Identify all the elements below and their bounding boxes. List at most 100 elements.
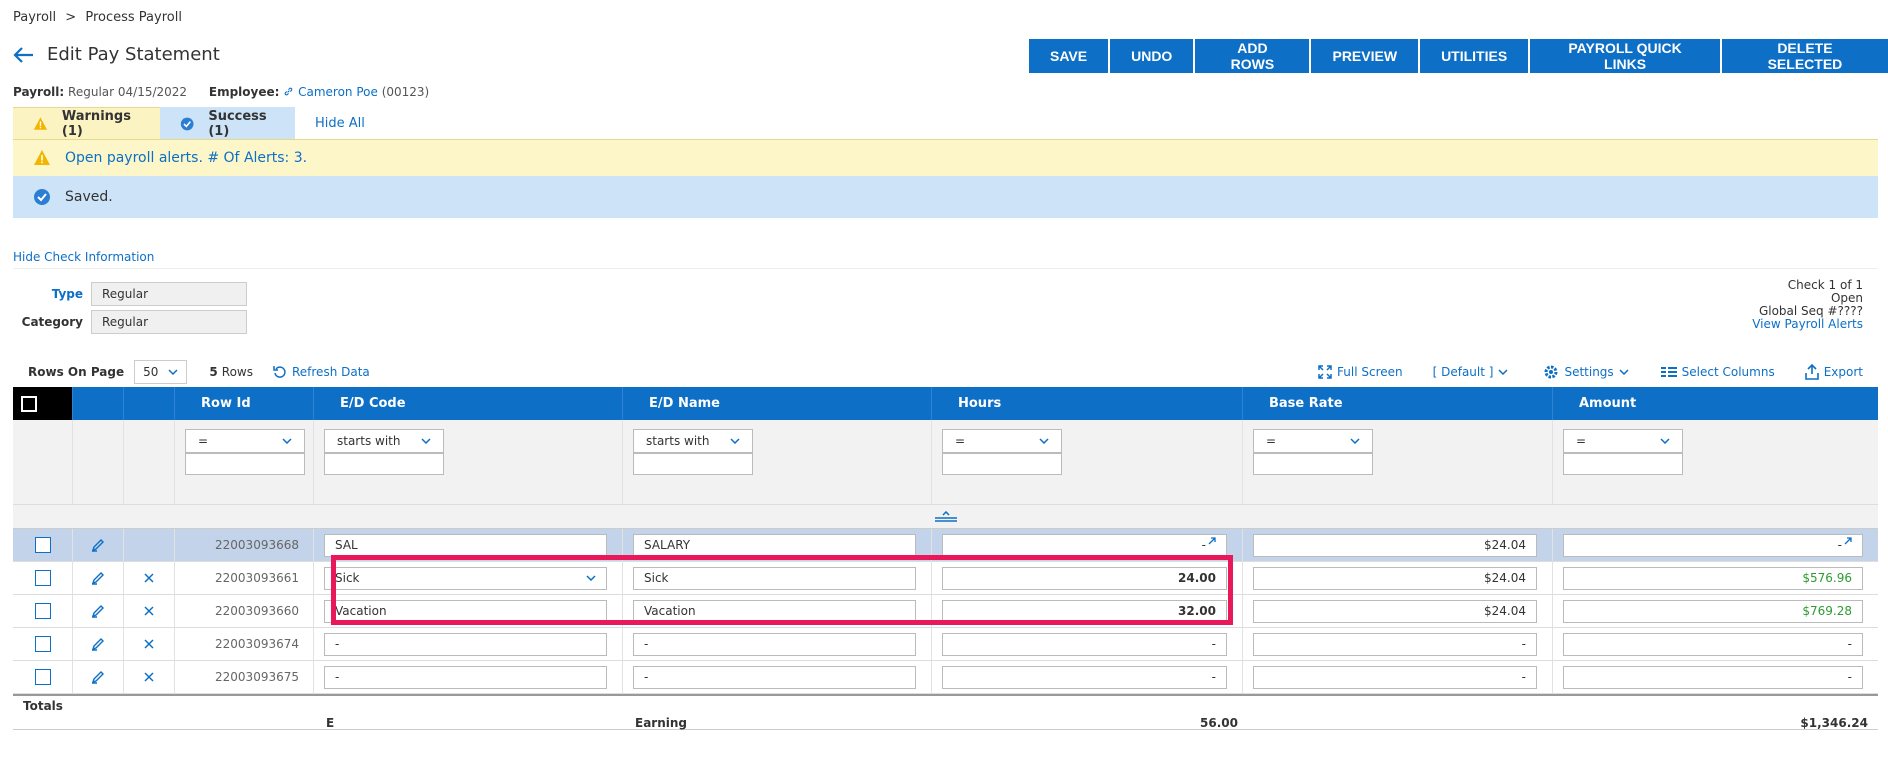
ed-code-input[interactable]: SAL	[324, 533, 607, 557]
view-select[interactable]: [ Default ]	[1433, 365, 1509, 379]
base-rate-input[interactable]: $24.04	[1253, 599, 1537, 623]
filter-input[interactable]	[633, 453, 753, 475]
edit-cell	[73, 595, 124, 627]
refresh-data-button[interactable]: Refresh Data	[273, 365, 370, 379]
row-id: 22003093660	[215, 604, 299, 618]
row-id: 22003093661	[215, 571, 299, 585]
success-alert-text: Saved.	[65, 189, 113, 205]
tab-warnings[interactable]: Warnings (1)	[13, 107, 160, 140]
hide-check-information-link[interactable]: Hide Check Information	[13, 250, 154, 264]
amount-cell: -	[1553, 529, 1878, 561]
chevron-down-icon	[730, 438, 740, 444]
filter-operator-select[interactable]: =	[942, 429, 1062, 453]
filter-hours: =	[932, 420, 1243, 504]
filter-operator-select[interactable]: starts with	[633, 429, 753, 453]
filter-input[interactable]	[1563, 453, 1683, 475]
row-checkbox[interactable]	[35, 603, 51, 619]
pencil-icon[interactable]	[91, 670, 105, 684]
close-icon[interactable]	[144, 573, 154, 583]
rows-on-page-select[interactable]: 50	[134, 360, 188, 384]
header-ed-name[interactable]: E/D Name	[623, 387, 932, 420]
filter-input[interactable]	[324, 453, 444, 475]
delete-selected-button[interactable]: DELETE SELECTED	[1721, 39, 1888, 73]
header-row-id[interactable]: Row Id	[175, 387, 314, 420]
view-payroll-alerts-link[interactable]: View Payroll Alerts	[1752, 318, 1863, 331]
base-rate-input[interactable]: -	[1253, 665, 1537, 689]
payroll-value: Regular 04/15/2022	[68, 85, 188, 99]
filter-input[interactable]	[942, 453, 1062, 475]
employee-name-link[interactable]: Cameron Poe	[298, 85, 378, 99]
ed-code-input[interactable]: -	[324, 632, 607, 656]
chevron-down-icon	[282, 438, 292, 444]
utilities-button[interactable]: UTILITIES	[1420, 39, 1529, 73]
breadcrumb-root[interactable]: Payroll	[13, 10, 56, 25]
header-hours[interactable]: Hours	[932, 387, 1243, 420]
amount-input[interactable]: -	[1563, 665, 1863, 689]
back-arrow-icon[interactable]	[13, 46, 35, 64]
select-all-checkbox[interactable]	[21, 395, 37, 412]
filter-input[interactable]	[185, 453, 305, 475]
hours-cell: -	[932, 661, 1243, 693]
preview-button[interactable]: PREVIEW	[1311, 39, 1419, 73]
table-header: Row Id E/D Code E/D Name Hours Base Rate…	[13, 387, 1878, 420]
ed-name-input[interactable]: -	[633, 632, 916, 656]
row-checkbox[interactable]	[35, 669, 51, 685]
row-checkbox[interactable]	[35, 636, 51, 652]
base-rate-input[interactable]: $24.04	[1253, 566, 1537, 590]
hours-input[interactable]: -	[942, 632, 1227, 656]
rows-on-page-value: 50	[143, 365, 159, 379]
pencil-icon[interactable]	[91, 571, 105, 585]
ed-name-input[interactable]: SALARY	[633, 533, 916, 557]
full-screen-button[interactable]: Full Screen	[1318, 365, 1403, 379]
ed-name-cell: -	[623, 661, 932, 693]
payroll-quick-links-button[interactable]: PAYROLL QUICK LINKS	[1530, 39, 1720, 73]
close-icon[interactable]	[144, 606, 154, 616]
filter-ed-name: starts with	[623, 420, 932, 504]
pencil-icon[interactable]	[91, 604, 105, 618]
undo-button[interactable]: UNDO	[1110, 39, 1194, 73]
pencil-icon[interactable]	[91, 637, 105, 651]
hours-input[interactable]: -	[942, 533, 1227, 557]
warning-alert-text[interactable]: Open payroll alerts. # Of Alerts: 3.	[65, 150, 307, 166]
amount-input[interactable]: -	[1563, 533, 1863, 557]
base-rate-cell: $24.04	[1243, 595, 1553, 627]
ed-name-input[interactable]: -	[633, 665, 916, 689]
row-id-cell: 22003093660	[175, 595, 314, 627]
amount-input[interactable]: -	[1563, 632, 1863, 656]
base-rate-input[interactable]: -	[1253, 632, 1537, 656]
base-rate-input[interactable]: $24.04	[1253, 533, 1537, 557]
filter-operator-select[interactable]: starts with	[324, 429, 444, 453]
ed-code-input[interactable]: -	[324, 665, 607, 689]
add-rows-button[interactable]: ADD ROWS	[1195, 39, 1310, 73]
row-checkbox[interactable]	[35, 537, 51, 553]
tab-success[interactable]: Success (1)	[160, 107, 295, 140]
close-icon[interactable]	[144, 639, 154, 649]
close-icon[interactable]	[144, 672, 154, 682]
chevron-down-icon	[1619, 369, 1629, 375]
header-base-rate[interactable]: Base Rate	[1243, 387, 1553, 420]
hours-input[interactable]: -	[942, 665, 1227, 689]
select-columns-button[interactable]: Select Columns	[1660, 365, 1775, 379]
filter-input[interactable]	[1253, 453, 1373, 475]
totals-hours: 56.00	[1200, 716, 1238, 730]
delete-cell	[124, 628, 175, 660]
delete-cell	[124, 595, 175, 627]
row-id-cell: 22003093668	[175, 529, 314, 561]
save-button[interactable]: SAVE	[1029, 39, 1109, 73]
filter-operator-select[interactable]: =	[1253, 429, 1373, 453]
pencil-icon[interactable]	[91, 538, 105, 552]
hide-all-link[interactable]: Hide All	[295, 107, 385, 140]
tab-warnings-label: Warnings (1)	[61, 109, 131, 139]
header-ed-code[interactable]: E/D Code	[314, 387, 623, 420]
filter-operator-select[interactable]: =	[185, 429, 305, 453]
amount-input[interactable]: $576.96	[1563, 566, 1863, 590]
filter-collapse-handle[interactable]	[13, 505, 1878, 529]
export-button[interactable]: Export	[1804, 364, 1863, 380]
row-checkbox[interactable]	[35, 570, 51, 586]
settings-button[interactable]: Settings	[1543, 364, 1629, 380]
payroll-label: Payroll:	[13, 85, 65, 99]
filter-operator-select[interactable]: =	[1563, 429, 1683, 453]
header-amount[interactable]: Amount	[1553, 387, 1878, 420]
amount-input[interactable]: $769.28	[1563, 599, 1863, 623]
row-id: 22003093668	[215, 538, 299, 552]
